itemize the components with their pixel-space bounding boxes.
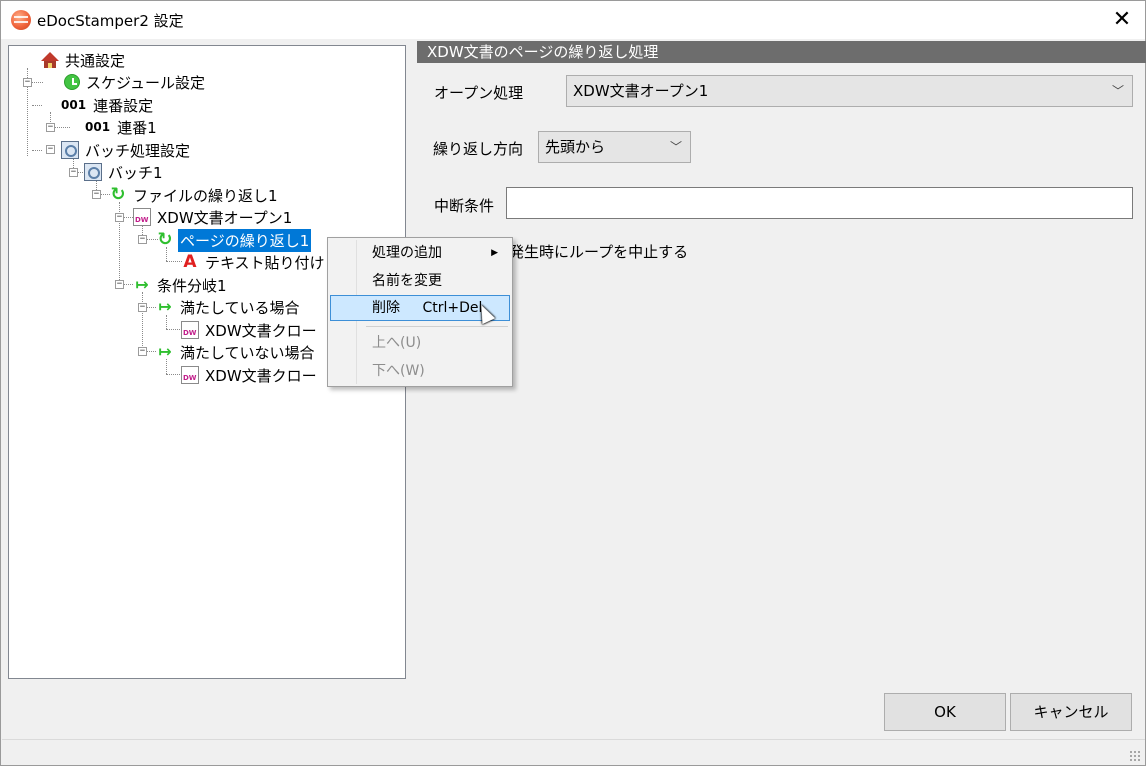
tree-item-file-loop-1[interactable]: ↻ ファイルの繰り返し1 [109, 184, 280, 206]
open-process-value: XDW文書オープン1 [573, 82, 709, 100]
collapse-page-loop-toggle[interactable]: − [138, 235, 147, 244]
cancel-button[interactable]: キャンセル [1010, 693, 1132, 731]
collapse-not-satisfied-toggle[interactable]: − [138, 347, 147, 356]
branch-icon: ↦ [135, 275, 149, 294]
tree-item-satisfied[interactable]: ↦ 満たしている場合 [156, 296, 302, 318]
tree-item-xdw-open-1[interactable]: XDW文書オープン1 [133, 206, 294, 228]
tree-item-not-satisfied[interactable]: ↦ 満たしていない場合 [156, 341, 317, 363]
text-stamp-icon: A [183, 252, 197, 272]
tree-item-condition-1[interactable]: ↦ 条件分岐1 [133, 274, 229, 296]
direction-value: 先頭から [545, 138, 606, 156]
branch-icon: ↦ [158, 342, 172, 361]
delete-shortcut: Ctrl+Del [422, 300, 483, 316]
chevron-down-icon: ﹀ [669, 140, 682, 154]
open-process-combo[interactable]: XDW文書オープン1 ﹀ [566, 75, 1133, 107]
window-title: eDocStamper2 設定 [37, 12, 184, 30]
tree-item-serial-settings[interactable]: 001 連番設定 [61, 94, 155, 116]
tree-item-batch-settings[interactable]: バッチ処理設定 [61, 139, 192, 161]
title-bar: eDocStamper2 設定 ✕ [1, 1, 1145, 39]
menu-item-add-process[interactable]: 処理の追加 ▶ [330, 240, 510, 266]
status-bar [2, 739, 1145, 765]
loop-icon: ↻ [157, 229, 173, 250]
collapse-condition-toggle[interactable]: − [115, 280, 124, 289]
tree-item-text-paste[interactable]: A テキスト貼り付け [181, 251, 327, 273]
tree-item-serial-1[interactable]: 001 連番1 [85, 116, 159, 138]
menu-item-move-down[interactable]: 下へ(W) [330, 358, 510, 384]
direction-label: 繰り返し方向 [433, 140, 524, 158]
collapse-batch1-toggle[interactable]: − [69, 168, 78, 177]
docuworks-icon [181, 321, 199, 339]
resize-grip-icon[interactable] [1129, 750, 1141, 762]
tree-item-common-settings[interactable]: 共通設定 [41, 49, 127, 71]
collapse-xdw-open-toggle[interactable]: − [115, 213, 124, 222]
panel-header: XDW文書のページの繰り返し処理 [417, 41, 1146, 63]
app-icon [11, 10, 31, 30]
collapse-batch-settings-toggle[interactable]: − [46, 145, 55, 154]
menu-item-move-up[interactable]: 上へ(U) [330, 330, 510, 356]
house-icon [41, 51, 59, 69]
serial-number-icon: 001 [61, 98, 87, 112]
close-button[interactable]: ✕ [1099, 1, 1145, 39]
clock-icon [64, 74, 80, 90]
stop-on-error-label[interactable]: 発生時にループを中止する [509, 241, 688, 262]
submenu-arrow-icon: ▶ [491, 248, 498, 258]
tree-item-xdw-close-a[interactable]: XDW文書クロー [181, 319, 319, 341]
settings-window: eDocStamper2 設定 ✕ − − − − − − − − − − 共通… [0, 0, 1146, 766]
break-condition-input[interactable] [506, 187, 1133, 219]
collapse-serial-toggle[interactable]: − [46, 123, 55, 132]
direction-combo[interactable]: 先頭から ﹀ [538, 131, 691, 163]
break-condition-label: 中断条件 [434, 197, 495, 215]
collapse-common-toggle[interactable]: − [23, 78, 32, 87]
collapse-file-loop-toggle[interactable]: − [92, 190, 101, 199]
menu-item-rename[interactable]: 名前を変更 [330, 268, 510, 294]
serial-number-icon: 001 [85, 120, 111, 134]
loop-icon: ↻ [110, 184, 126, 205]
collapse-satisfied-toggle[interactable]: − [138, 303, 147, 312]
tree-item-schedule[interactable]: スケジュール設定 [64, 71, 207, 93]
tree-item-page-loop-1[interactable]: ↻ ページの繰り返し1 [156, 228, 312, 252]
tree-item-xdw-close-b[interactable]: XDW文書クロー [181, 364, 319, 386]
ok-button[interactable]: OK [884, 693, 1006, 731]
docuworks-icon [181, 366, 199, 384]
batch-icon [61, 141, 79, 159]
open-process-label: オープン処理 [434, 84, 524, 102]
branch-icon: ↦ [158, 297, 172, 316]
tree-item-batch-1[interactable]: バッチ1 [84, 161, 165, 183]
docuworks-icon [133, 208, 151, 226]
batch-icon [84, 163, 102, 181]
chevron-down-icon: ﹀ [1111, 84, 1124, 98]
